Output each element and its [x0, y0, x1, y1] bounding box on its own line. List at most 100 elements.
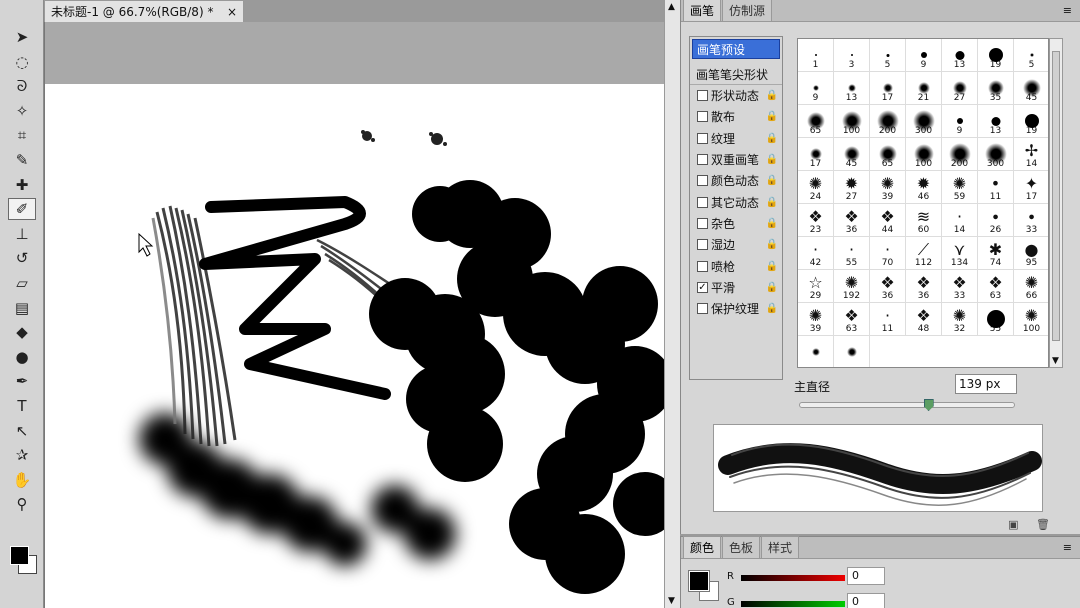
brush-tip[interactable]: ✹ 46: [906, 171, 942, 204]
brush-tip[interactable]: 100: [834, 105, 870, 138]
history-brush-tool-icon[interactable]: ↺: [8, 247, 36, 269]
canvas[interactable]: [45, 84, 665, 608]
magic-wand-tool-icon[interactable]: ✧: [8, 100, 36, 122]
brush-option-row[interactable]: 其它动态 🔒: [690, 191, 782, 212]
diameter-slider[interactable]: [799, 399, 1015, 411]
lock-icon[interactable]: 🔒: [766, 261, 778, 272]
option-checkbox[interactable]: [697, 90, 708, 102]
brush-tip[interactable]: · 55: [834, 237, 870, 270]
brush-tip[interactable]: · 42: [798, 237, 834, 270]
option-checkbox[interactable]: [697, 111, 708, 123]
brush-tool-icon[interactable]: ✐: [8, 198, 36, 221]
brush-tip[interactable]: 5: [1014, 39, 1048, 72]
brush-tip[interactable]: ❖ 63: [834, 303, 870, 336]
brush-option-row[interactable]: 颜色动态 🔒: [690, 170, 782, 191]
lock-icon[interactable]: 🔒: [766, 133, 778, 144]
brush-tip[interactable]: ⟋ 112: [906, 237, 942, 270]
brush-tip[interactable]: ✺ 192: [834, 270, 870, 303]
brush-tip[interactable]: 1: [798, 39, 834, 72]
brush-tip[interactable]: ❖ 36: [834, 204, 870, 237]
brush-tip[interactable]: ❖ 33: [942, 270, 978, 303]
eraser-tool-icon[interactable]: ▱: [8, 272, 36, 294]
lock-icon[interactable]: 🔒: [766, 175, 778, 186]
brush-tip[interactable]: [798, 336, 834, 367]
brush-tip[interactable]: 19: [1014, 105, 1048, 138]
brush-tip[interactable]: ❖ 63: [978, 270, 1014, 303]
brush-option-row[interactable]: 喷枪 🔒: [690, 255, 782, 276]
diameter-input[interactable]: 139 px: [955, 374, 1017, 394]
brush-tip[interactable]: 300: [978, 138, 1014, 171]
healing-brush-tool-icon[interactable]: ✚: [8, 174, 36, 196]
brush-tip[interactable]: 19: [978, 39, 1014, 72]
brush-tip[interactable]: ⋎ 134: [942, 237, 978, 270]
brush-tip[interactable]: ✹ 27: [834, 171, 870, 204]
brush-tip[interactable]: · 70: [870, 237, 906, 270]
scroll-up-icon[interactable]: ▲: [668, 2, 675, 12]
brush-tip[interactable]: 9: [906, 39, 942, 72]
brush-tip[interactable]: ❖ 36: [906, 270, 942, 303]
brush-tip[interactable]: ✦ 17: [1014, 171, 1048, 204]
brush-tip-shape-item[interactable]: 画笔笔尖形状: [690, 65, 782, 85]
tab-swatches[interactable]: 色板: [722, 536, 761, 558]
brush-tip[interactable]: 65: [798, 105, 834, 138]
brush-presets-item[interactable]: 画笔预设: [692, 39, 780, 59]
eyedropper-tool-icon[interactable]: ✎: [8, 149, 36, 171]
brush-tip[interactable]: 3: [834, 39, 870, 72]
delete-icon[interactable]: 🗑: [1036, 518, 1050, 531]
green-value-input[interactable]: 0: [847, 593, 885, 608]
green-slider[interactable]: [741, 601, 845, 607]
option-checkbox[interactable]: [697, 217, 708, 229]
brush-tip[interactable]: ☆ 29: [798, 270, 834, 303]
option-checkbox[interactable]: ✓: [697, 281, 708, 293]
brush-tip[interactable]: ❖ 23: [798, 204, 834, 237]
brush-tip[interactable]: ❖ 48: [906, 303, 942, 336]
brush-option-row[interactable]: 湿边 🔒: [690, 234, 782, 255]
lock-icon[interactable]: 🔒: [766, 111, 778, 122]
option-checkbox[interactable]: [697, 196, 708, 208]
tab-color[interactable]: 颜色: [683, 536, 722, 558]
option-checkbox[interactable]: [697, 132, 708, 144]
pen-tool-icon[interactable]: ✒: [8, 370, 36, 392]
scroll-down-icon[interactable]: ▼: [668, 596, 675, 606]
tab-styles[interactable]: 样式: [761, 536, 800, 558]
brush-tip[interactable]: ✺ 32: [942, 303, 978, 336]
gradient-tool-icon[interactable]: ▤: [8, 297, 36, 319]
brush-tip[interactable]: ✺ 66: [1014, 270, 1048, 303]
brush-tip[interactable]: 65: [870, 138, 906, 171]
red-value-input[interactable]: 0: [847, 567, 885, 585]
document-scrollbar[interactable]: ▲ ▼: [664, 0, 680, 608]
brush-tip[interactable]: ✺ 59: [942, 171, 978, 204]
brush-tip[interactable]: [834, 336, 870, 367]
new-preset-icon[interactable]: ▣: [1008, 518, 1018, 531]
brush-tip[interactable]: ✺ 24: [798, 171, 834, 204]
brush-tip[interactable]: 27: [942, 72, 978, 105]
brush-tip[interactable]: ❖ 44: [870, 204, 906, 237]
brush-tip[interactable]: 45: [834, 138, 870, 171]
option-checkbox[interactable]: [697, 175, 708, 187]
brush-option-row[interactable]: 纹理 🔒: [690, 128, 782, 149]
brush-tip[interactable]: ✢ 14: [1014, 138, 1048, 171]
brush-option-row[interactable]: 双重画笔 🔒: [690, 149, 782, 170]
brush-tip[interactable]: 55: [978, 303, 1014, 336]
brush-tip[interactable]: 200: [942, 138, 978, 171]
lock-icon[interactable]: 🔒: [766, 90, 778, 101]
panel-menu-icon[interactable]: ≡: [1063, 541, 1072, 554]
brush-tip[interactable]: ✺ 39: [870, 171, 906, 204]
brush-tip[interactable]: ✺ 39: [798, 303, 834, 336]
lock-icon[interactable]: 🔒: [766, 282, 778, 293]
option-checkbox[interactable]: [697, 303, 708, 315]
option-checkbox[interactable]: [697, 154, 708, 166]
brush-tip[interactable]: 100: [906, 138, 942, 171]
brush-tip[interactable]: ❖ 36: [870, 270, 906, 303]
hand-tool-icon[interactable]: ✋: [8, 469, 36, 491]
tab-brush[interactable]: 画笔: [683, 0, 722, 21]
lock-icon[interactable]: 🔒: [766, 239, 778, 250]
brush-tip[interactable]: 35: [978, 72, 1014, 105]
marquee-tool-icon[interactable]: ◌: [8, 51, 36, 73]
custom-shape-tool-icon[interactable]: ✰: [8, 444, 36, 466]
brush-tip[interactable]: 17: [870, 72, 906, 105]
brush-tip[interactable]: 21: [906, 72, 942, 105]
dodge-tool-icon[interactable]: ●: [8, 346, 36, 368]
brush-grid-scrollbar[interactable]: ▼: [1049, 38, 1063, 368]
lock-icon[interactable]: 🔒: [766, 154, 778, 165]
